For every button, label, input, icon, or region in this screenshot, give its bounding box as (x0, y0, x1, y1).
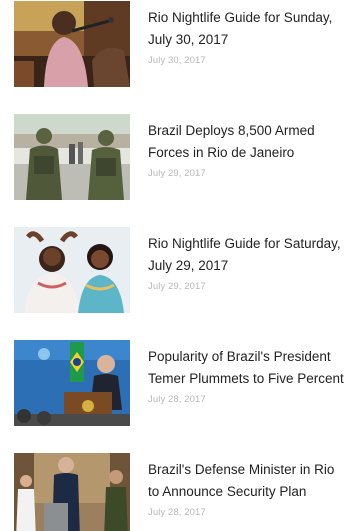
article-title-line2[interactable]: Forces in Rio de Janeiro (148, 142, 355, 164)
article-title-line1[interactable]: Brazil's Defense Minister in Rio (148, 459, 355, 481)
article-date: July 29, 2017 (148, 168, 206, 179)
article-thumbnail[interactable] (14, 340, 130, 426)
article-title-line2[interactable]: July 30, 2017 (148, 29, 355, 51)
article-text: Rio Nightlife Guide for Sunday, July 30,… (148, 7, 355, 66)
article-date: July 28, 2017 (148, 394, 206, 405)
article-text: Rio Nightlife Guide for Saturday, July 2… (148, 233, 355, 292)
article-thumbnail[interactable] (14, 227, 130, 313)
article-item[interactable]: Popularity of Brazil's President Temer P… (0, 340, 355, 426)
article-item[interactable]: Brazil Deploys 8,500 Armed Forces in Rio… (0, 114, 355, 200)
two-women-image (14, 227, 130, 313)
article-date: July 29, 2017 (148, 281, 206, 292)
article-item[interactable]: Rio Nightlife Guide for Saturday, July 2… (0, 227, 355, 313)
defense-minister-image (14, 453, 130, 531)
article-item[interactable]: Brazil's Defense Minister in Rio to Anno… (0, 453, 355, 531)
article-title-line2[interactable]: to Announce Security Plan (148, 481, 355, 503)
article-text: Brazil's Defense Minister in Rio to Anno… (148, 459, 355, 518)
crowd-singer-image (14, 1, 130, 87)
article-date: July 28, 2017 (148, 507, 206, 518)
article-text: Brazil Deploys 8,500 Armed Forces in Rio… (148, 120, 355, 179)
article-title-line1[interactable]: Rio Nightlife Guide for Sunday, (148, 7, 355, 29)
article-thumbnail[interactable] (14, 453, 130, 531)
article-date: July 30, 2017 (148, 55, 206, 66)
article-title-line1[interactable]: Rio Nightlife Guide for Saturday, (148, 233, 355, 255)
article-title-line1[interactable]: Brazil Deploys 8,500 Armed (148, 120, 355, 142)
article-thumbnail[interactable] (14, 114, 130, 200)
article-title-line1[interactable]: Popularity of Brazil's President (148, 346, 355, 368)
article-title-line2[interactable]: Temer Plummets to Five Percent (148, 368, 355, 390)
president-podium-image (14, 340, 130, 426)
article-title-line2[interactable]: July 29, 2017 (148, 255, 355, 277)
article-list: Rio Nightlife Guide for Sunday, July 30,… (0, 0, 355, 531)
article-item[interactable]: Rio Nightlife Guide for Sunday, July 30,… (0, 1, 355, 87)
article-text: Popularity of Brazil's President Temer P… (148, 346, 355, 405)
article-thumbnail[interactable] (14, 1, 130, 87)
soldiers-image (14, 114, 130, 200)
